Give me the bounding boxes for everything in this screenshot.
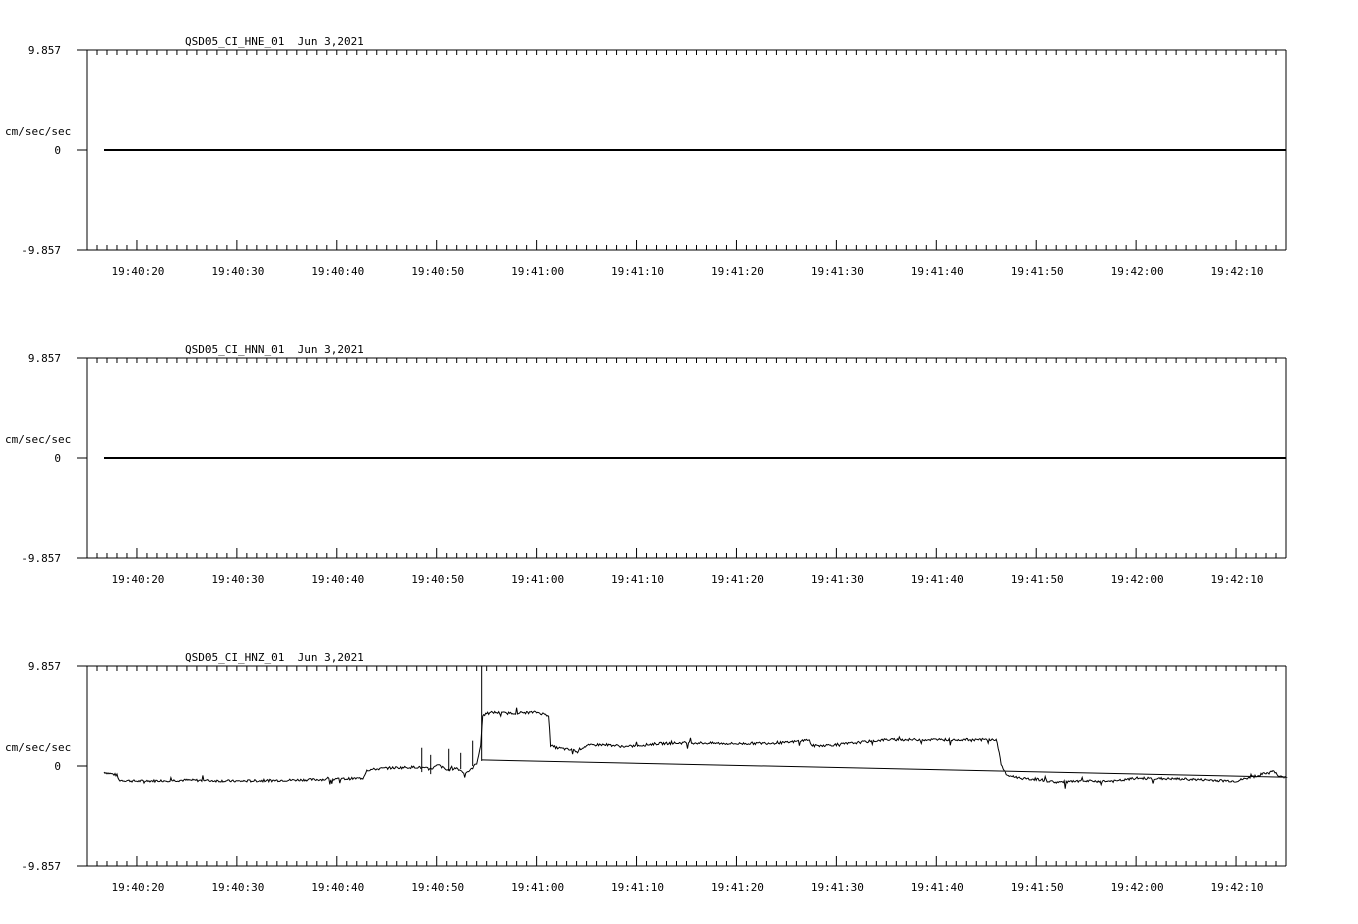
y-tick-label: 0 — [54, 760, 61, 773]
y-tick-label: 9.857 — [28, 660, 61, 673]
y-axis-label: cm/sec/sec — [5, 433, 71, 446]
x-tick-label: 19:41:30 — [811, 265, 864, 278]
x-tick-label: 19:41:20 — [711, 265, 764, 278]
x-tick-label: 19:41:10 — [611, 881, 664, 894]
panel-1: QSD05_CI_HNE_01 Jun 3,2021 9.857 0 -9.857 cm… — [5, 35, 1287, 278]
panel-title: QSD05_CI_HNE_01 Jun 3,2021 — [185, 35, 364, 48]
y-tick-label: 0 — [54, 144, 61, 157]
x-tick-label: 19:40:50 — [411, 573, 464, 586]
x-tick-label: 19:41:50 — [1011, 881, 1064, 894]
x-tick-label: 19:41:30 — [811, 573, 864, 586]
x-tick-label: 19:41:50 — [1011, 265, 1064, 278]
y-tick-label: -9.857 — [21, 552, 61, 565]
x-tick-label: 19:40:40 — [311, 881, 364, 894]
x-tick-label: 19:40:30 — [211, 573, 264, 586]
x-tick-label: 19:42:00 — [1111, 573, 1164, 586]
x-tick-label: 19:42:10 — [1211, 881, 1264, 894]
x-tick-label: 19:42:10 — [1211, 573, 1264, 586]
y-axis-label: cm/sec/sec — [5, 125, 71, 138]
y-tick-label: -9.857 — [21, 860, 61, 873]
x-tick-label: 19:40:40 — [311, 573, 364, 586]
y-tick-label: 9.857 — [28, 352, 61, 365]
x-tick-label: 19:41:40 — [911, 573, 964, 586]
x-tick-label: 19:41:40 — [911, 265, 964, 278]
x-tick-label: 19:41:40 — [911, 881, 964, 894]
panel-title: QSD05_CI_HNN_01 Jun 3,2021 — [185, 343, 364, 356]
trace-line — [103, 707, 1288, 789]
x-tick-label: 19:41:00 — [511, 881, 564, 894]
x-tick-label: 19:41:50 — [1011, 573, 1064, 586]
x-tick-label: 19:40:20 — [111, 881, 164, 894]
x-tick-label: 19:41:20 — [711, 881, 764, 894]
x-tick-label: 19:40:20 — [111, 265, 164, 278]
panel-title: QSD05_CI_HNZ_01 Jun 3,2021 — [185, 651, 364, 664]
y-tick-label: 9.857 — [28, 44, 61, 57]
x-tick-label: 19:42:00 — [1111, 881, 1164, 894]
x-tick-label: 19:42:10 — [1211, 265, 1264, 278]
x-tick-label: 19:41:20 — [711, 573, 764, 586]
seismogram-figure: QSD05_CI_HNE_01 Jun 3,2021 9.857 0 -9.857 cm… — [5, 35, 1288, 894]
x-tick-label: 19:40:30 — [211, 881, 264, 894]
x-tick-label: 19:41:10 — [611, 265, 664, 278]
y-tick-label: -9.857 — [21, 244, 61, 257]
y-tick-label: 0 — [54, 452, 61, 465]
x-tick-label: 19:41:30 — [811, 881, 864, 894]
x-tick-label: 19:41:00 — [511, 573, 564, 586]
x-tick-label: 19:40:20 — [111, 573, 164, 586]
y-axis-label: cm/sec/sec — [5, 741, 71, 754]
panel-3: QSD05_CI_HNZ_01 Jun 3,2021 9.857 0 -9.857 cm… — [5, 651, 1288, 894]
x-tick-label: 19:42:00 — [1111, 265, 1164, 278]
x-tick-label: 19:40:50 — [411, 881, 464, 894]
panel-2: QSD05_CI_HNN_01 Jun 3,2021 9.857 0 -9.857 cm… — [5, 343, 1287, 586]
x-tick-label: 19:41:00 — [511, 265, 564, 278]
x-tick-label: 19:40:40 — [311, 265, 364, 278]
x-tick-label: 19:40:30 — [211, 265, 264, 278]
x-tick-label: 19:41:10 — [611, 573, 664, 586]
x-tick-label: 19:40:50 — [411, 265, 464, 278]
